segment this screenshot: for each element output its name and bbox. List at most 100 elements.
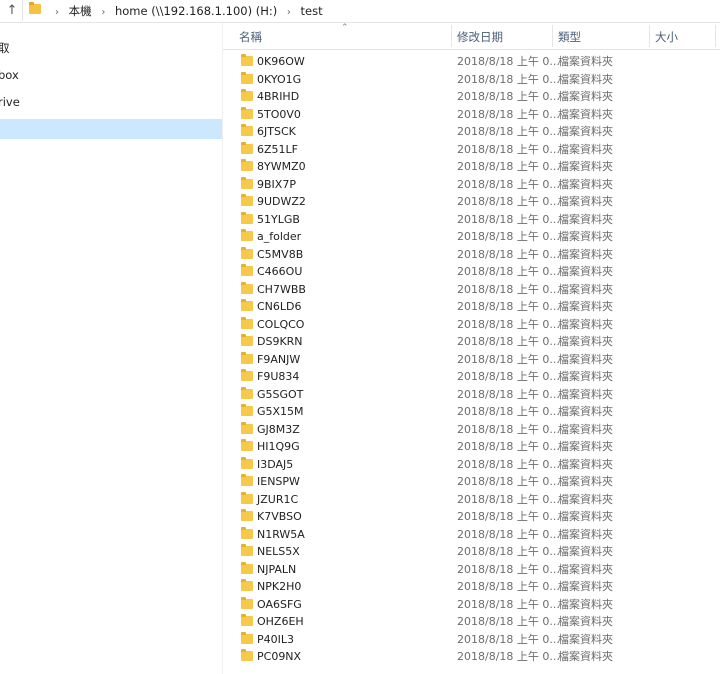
column-divider[interactable]: [715, 25, 716, 47]
table-row[interactable]: K7VBSO 2018/8/18 上午 0... 檔案資料夾: [223, 508, 720, 525]
breadcrumb-test[interactable]: test: [301, 3, 323, 19]
breadcrumb-this-pc[interactable]: 本機: [69, 3, 92, 19]
table-row[interactable]: 0K96OW 2018/8/18 上午 0... 檔案資料夾: [223, 53, 720, 70]
table-row[interactable]: 0KYO1G 2018/8/18 上午 0... 檔案資料夾: [223, 71, 720, 88]
table-row[interactable]: COLQCO 2018/8/18 上午 0... 檔案資料夾: [223, 316, 720, 333]
file-date: 2018/8/18 上午 0...: [457, 55, 560, 68]
address-bar: ↑ › 本機 › home (\\192.168.1.100) (H:) › t…: [0, 0, 720, 23]
folder-icon: [241, 386, 253, 399]
table-row[interactable]: CH7WBB 2018/8/18 上午 0... 檔案資料夾: [223, 281, 720, 298]
arrow-up-icon[interactable]: ↑: [4, 2, 20, 20]
table-row[interactable]: JZUR1C 2018/8/18 上午 0... 檔案資料夾: [223, 491, 720, 508]
table-row[interactable]: 9BIX7P 2018/8/18 上午 0... 檔案資料夾: [223, 176, 720, 193]
table-row[interactable]: P40IL3 2018/8/18 上午 0... 檔案資料夾: [223, 631, 720, 648]
nav-item-label: rive: [0, 95, 20, 109]
nav-item-selected[interactable]: [0, 119, 222, 139]
file-name: OA6SFG: [257, 597, 302, 611]
file-type: 檔案資料夾: [558, 405, 613, 418]
file-date: 2018/8/18 上午 0...: [457, 300, 560, 313]
table-row[interactable]: 5TO0V0 2018/8/18 上午 0... 檔案資料夾: [223, 106, 720, 123]
column-header-size[interactable]: 大小: [655, 29, 678, 45]
file-type: 檔案資料夾: [558, 510, 613, 523]
file-type: 檔案資料夾: [558, 177, 613, 191]
file-type: 檔案資料夾: [558, 632, 613, 646]
file-date: 2018/8/18 上午 0...: [457, 580, 560, 593]
table-row[interactable]: 4BRIHD 2018/8/18 上午 0... 檔案資料夾: [223, 88, 720, 105]
table-row[interactable]: HI1Q9G 2018/8/18 上午 0... 檔案資料夾: [223, 438, 720, 455]
table-row[interactable]: IENSPW 2018/8/18 上午 0... 檔案資料夾: [223, 473, 720, 490]
table-row[interactable]: N1RW5A 2018/8/18 上午 0... 檔案資料夾: [223, 526, 720, 543]
file-name: GJ8M3Z: [257, 422, 300, 436]
folder-icon: [241, 89, 253, 101]
table-row[interactable]: GJ8M3Z 2018/8/18 上午 0... 檔案資料夾: [223, 421, 720, 438]
column-divider[interactable]: [649, 25, 650, 47]
file-type: 檔案資料夾: [558, 212, 613, 226]
file-list: ⌃ 名稱 修改日期 類型 大小 0K96OW 2018/8/18 上午 0... 檔…: [223, 23, 720, 674]
file-date: 2018/8/18 上午 0...: [457, 475, 560, 488]
table-row[interactable]: G5X15M 2018/8/18 上午 0... 檔案資料夾: [223, 403, 720, 420]
column-header-type[interactable]: 類型: [558, 29, 581, 45]
table-row[interactable]: PC09NX 2018/8/18 上午 0... 檔案資料夾: [223, 648, 720, 665]
file-date: 2018/8/18 上午 0...: [457, 615, 560, 628]
table-row[interactable]: NELS5X 2018/8/18 上午 0... 檔案資料夾: [223, 543, 720, 560]
table-row[interactable]: NPK2H0 2018/8/18 上午 0... 檔案資料夾: [223, 578, 720, 595]
folder-icon: [241, 246, 253, 259]
table-row[interactable]: a_folder 2018/8/18 上午 0... 檔案資料夾: [223, 228, 720, 245]
table-row[interactable]: 9UDWZ2 2018/8/18 上午 0... 檔案資料夾: [223, 193, 720, 210]
column-divider[interactable]: [552, 25, 553, 47]
chevron-right-icon[interactable]: ›: [55, 5, 59, 21]
file-type: 檔案資料夾: [558, 580, 613, 593]
table-row[interactable]: F9U834 2018/8/18 上午 0... 檔案資料夾: [223, 368, 720, 385]
file-name: 8YWMZ0: [257, 160, 306, 173]
file-name: F9ANJW: [257, 352, 301, 366]
folder-icon: [241, 561, 253, 574]
table-row[interactable]: C466OU 2018/8/18 上午 0... 檔案資料夾: [223, 263, 720, 280]
file-date: 2018/8/18 上午 0...: [457, 440, 560, 453]
chevron-right-icon[interactable]: ›: [287, 5, 291, 21]
file-name: 51YLGB: [257, 212, 300, 226]
file-date: 2018/8/18 上午 0...: [457, 387, 560, 401]
column-header-name[interactable]: 名稱: [239, 29, 262, 45]
file-type: 檔案資料夾: [558, 247, 613, 261]
nav-item[interactable]: 取: [0, 38, 222, 58]
nav-item[interactable]: rive: [0, 92, 222, 112]
table-row[interactable]: CN6LD6 2018/8/18 上午 0... 檔案資料夾: [223, 298, 720, 315]
file-name: IENSPW: [257, 475, 300, 488]
column-divider[interactable]: [451, 25, 452, 47]
file-date: 2018/8/18 上午 0...: [457, 632, 560, 646]
file-type: 檔案資料夾: [558, 230, 613, 243]
file-name: F9U834: [257, 370, 300, 383]
column-header-date[interactable]: 修改日期: [457, 29, 503, 45]
table-row[interactable]: 51YLGB 2018/8/18 上午 0... 檔案資料夾: [223, 211, 720, 228]
file-type: 檔案資料夾: [558, 352, 613, 366]
table-row[interactable]: OHZ6EH 2018/8/18 上午 0... 檔案資料夾: [223, 613, 720, 630]
table-row[interactable]: OA6SFG 2018/8/18 上午 0... 檔案資料夾: [223, 596, 720, 613]
table-row[interactable]: G5SGOT 2018/8/18 上午 0... 檔案資料夾: [223, 386, 720, 403]
table-row[interactable]: F9ANJW 2018/8/18 上午 0... 檔案資料夾: [223, 351, 720, 368]
nav-item[interactable]: box: [0, 65, 222, 85]
folder-icon: [241, 106, 253, 119]
file-date: 2018/8/18 上午 0...: [457, 545, 560, 558]
table-row[interactable]: DS9KRN 2018/8/18 上午 0... 檔案資料夾: [223, 333, 720, 350]
file-date: 2018/8/18 上午 0...: [457, 492, 560, 506]
file-date: 2018/8/18 上午 0...: [457, 317, 560, 331]
breadcrumb[interactable]: › 本機 › home (\\192.168.1.100) (H:) › tes…: [22, 0, 720, 21]
chevron-right-icon[interactable]: ›: [101, 5, 105, 21]
folder-icon: [241, 404, 253, 416]
table-row[interactable]: I3DAJ5 2018/8/18 上午 0... 檔案資料夾: [223, 456, 720, 473]
file-date: 2018/8/18 上午 0...: [457, 650, 560, 663]
table-row[interactable]: NJPALN 2018/8/18 上午 0... 檔案資料夾: [223, 561, 720, 578]
table-row[interactable]: 8YWMZ0 2018/8/18 上午 0... 檔案資料夾: [223, 158, 720, 175]
table-row[interactable]: 6JTSCK 2018/8/18 上午 0... 檔案資料夾: [223, 123, 720, 140]
folder-icon: [241, 159, 253, 171]
navigation-pane: 取 box rive: [0, 23, 223, 674]
folder-icon: [241, 439, 253, 451]
folder-icon: [241, 474, 253, 486]
folder-icon: [241, 369, 253, 381]
breadcrumb-home-drive[interactable]: home (\\192.168.1.100) (H:): [115, 3, 277, 19]
file-date: 2018/8/18 上午 0...: [457, 265, 560, 278]
file-type: 檔案資料夾: [558, 562, 613, 576]
table-row[interactable]: 6Z51LF 2018/8/18 上午 0... 檔案資料夾: [223, 141, 720, 158]
table-row[interactable]: C5MV8B 2018/8/18 上午 0... 檔案資料夾: [223, 246, 720, 263]
file-date: 2018/8/18 上午 0...: [457, 282, 560, 296]
